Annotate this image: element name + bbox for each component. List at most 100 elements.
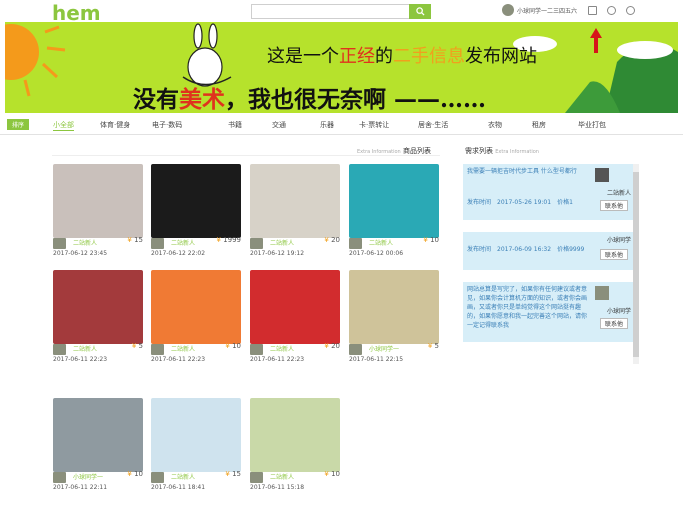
product-card[interactable]: 二站新人 ¥ 20 2017-06-12 19:12 [250,164,340,268]
needs-list: 我需要一辆拒吉时代步工具 什么型号都行 发布时间 2017-05-26 19:0… [463,164,640,364]
search-icon [415,7,425,16]
product-card[interactable]: 二站新人 ¥ 15 2017-06-12 23:45 [53,164,143,268]
needs-subtitle: Extra Information [495,149,539,155]
tab-all[interactable]: 小全部 [53,120,74,131]
product-image[interactable] [53,164,143,238]
tab-tickets[interactable]: 卡·票转让 [359,120,389,130]
post-date: 2017-06-11 22:11 [53,484,108,491]
post-date: 2017-06-11 15:18 [250,484,305,491]
seller-name[interactable]: 二站新人 [171,472,195,481]
price-value: 15 [134,236,143,244]
slogan-part: ，我也很无奈啊 ——…… [225,86,487,113]
needs-scrollbar[interactable] [633,164,639,364]
need-text: 网站总算是写完了，如果你有任何建议或者意见，如果你会计算机方面的知识，或者你会画… [467,286,588,329]
seller-name[interactable]: 二站新人 [270,344,294,353]
tab-books[interactable]: 书籍 [228,120,242,130]
product-card[interactable]: 二站新人 ¥ 10 2017-06-11 15:18 [250,398,340,502]
sort-button[interactable]: 排序 [7,119,29,130]
category-nav: 排序 小全部 体育·健身 电子·数码 书籍 交通 乐器 卡·票转让 居舍·生活 … [0,116,683,134]
avatar [53,344,66,355]
price: ¥ 15 [127,236,143,244]
post-date: 2017-06-11 22:23 [250,356,305,363]
search-input[interactable] [251,4,431,19]
tab-living[interactable]: 居舍·生活 [418,120,448,130]
seller-name[interactable]: 小球同学一 [73,472,103,481]
product-image[interactable] [53,398,143,472]
seller-name[interactable]: 二站新人 [171,344,195,353]
price: ¥ 10 [324,470,340,478]
price: ¥ 1999 [216,236,241,244]
tab-sports[interactable]: 体育·健身 [100,120,130,130]
contact-button[interactable]: 联系他 [600,318,628,329]
scrollbar-thumb[interactable] [633,172,639,357]
tab-instruments[interactable]: 乐器 [320,120,334,130]
tab-clothing[interactable]: 衣物 [488,120,502,130]
price-value: 10 [331,470,340,478]
product-card[interactable]: 二站新人 ¥ 20 2017-06-11 22:23 [250,270,340,374]
seller-name[interactable]: 二站新人 [270,472,294,481]
seller-name[interactable]: 二站新人 [73,344,97,353]
avatar [595,286,609,300]
list-item[interactable]: 发布时间 2017-06-09 16:32 价格9999 小球同学 联系他 [463,232,633,270]
product-image[interactable] [349,164,439,238]
upload-icon[interactable] [588,6,597,15]
settings-icon[interactable] [626,6,635,15]
product-image[interactable] [53,270,143,344]
price-value: 10 [430,236,439,244]
seller-name[interactable]: 二站新人 [270,238,294,247]
product-card[interactable]: 二站新人 ¥ 15 2017-06-11 18:41 [151,398,241,502]
list-item[interactable]: 网站总算是写完了，如果你有任何建议或者意见，如果你会计算机方面的知识，或者你会画… [463,282,633,342]
slogan-part: 没有 [133,86,179,113]
product-image[interactable] [151,270,241,344]
product-image[interactable] [250,164,340,238]
price-value: 15 [232,470,241,478]
avatar [151,238,164,249]
product-image[interactable] [151,164,241,238]
avatar [151,344,164,355]
seller-name[interactable]: 小球同学一 [369,344,399,353]
seller-name[interactable]: 二站新人 [73,238,97,247]
seller-name[interactable]: 二站新人 [369,238,393,247]
price-value: 1999 [223,236,241,244]
banner: 这是一个正经的二手信息发布网站 没有美术，我也很无奈啊 ——…… [5,22,678,113]
need-user: 小球同学 [606,237,631,244]
divider [52,155,440,156]
price: ¥ 15 [225,470,241,478]
avatar [502,4,514,16]
user-menu[interactable]: 小球同学一二三四五六 [502,4,577,16]
avatar [250,472,263,483]
search-button[interactable] [409,4,431,19]
tab-transport[interactable]: 交通 [272,120,286,130]
list-item[interactable]: 我需要一辆拒吉时代步工具 什么型号都行 发布时间 2017-05-26 19:0… [463,164,633,220]
power-icon[interactable] [607,6,616,15]
need-time: 发布时间 2017-05-26 19:01 价格1 [467,199,573,206]
tab-graduation[interactable]: 毕业打包 [578,120,606,130]
arrow-stem [594,37,598,53]
contact-button[interactable]: 联系他 [600,200,628,211]
product-card[interactable]: 小球同学一 ¥ 10 2017-06-11 22:11 [53,398,143,502]
user-name: 小球同学一二三四五六 [517,7,578,15]
slogan-part: 二手信息 [393,46,465,67]
tab-rental[interactable]: 租房 [532,120,546,130]
seller-name[interactable]: 二站新人 [171,238,195,247]
product-card[interactable]: 二站新人 ¥ 1999 2017-06-12 22:02 [151,164,241,268]
product-image[interactable] [250,270,340,344]
avatar [595,168,609,182]
price-value: 10 [134,470,143,478]
price: ¥ 5 [131,342,143,350]
product-image[interactable] [349,270,439,344]
product-card[interactable]: 二站新人 ¥ 10 2017-06-11 22:23 [151,270,241,374]
tab-electronics[interactable]: 电子·数码 [152,120,182,130]
slogan-part: 正经 [339,46,375,67]
price: ¥ 5 [427,342,439,350]
price-value: 20 [331,236,340,244]
product-card[interactable]: 二站新人 ¥ 5 2017-06-11 22:23 [53,270,143,374]
product-image[interactable] [151,398,241,472]
product-card[interactable]: 小球同学一 ¥ 5 2017-06-11 22:15 [349,270,439,374]
product-card[interactable]: 二站新人 ¥ 10 2017-06-12 00:06 [349,164,439,268]
top-bar: hem 小球同学一二三四五六 [0,0,683,25]
product-image[interactable] [250,398,340,472]
price: ¥ 20 [324,236,340,244]
contact-button[interactable]: 联系他 [600,249,628,260]
need-time: 发布时间 2017-06-09 16:32 价格9999 [467,246,585,253]
